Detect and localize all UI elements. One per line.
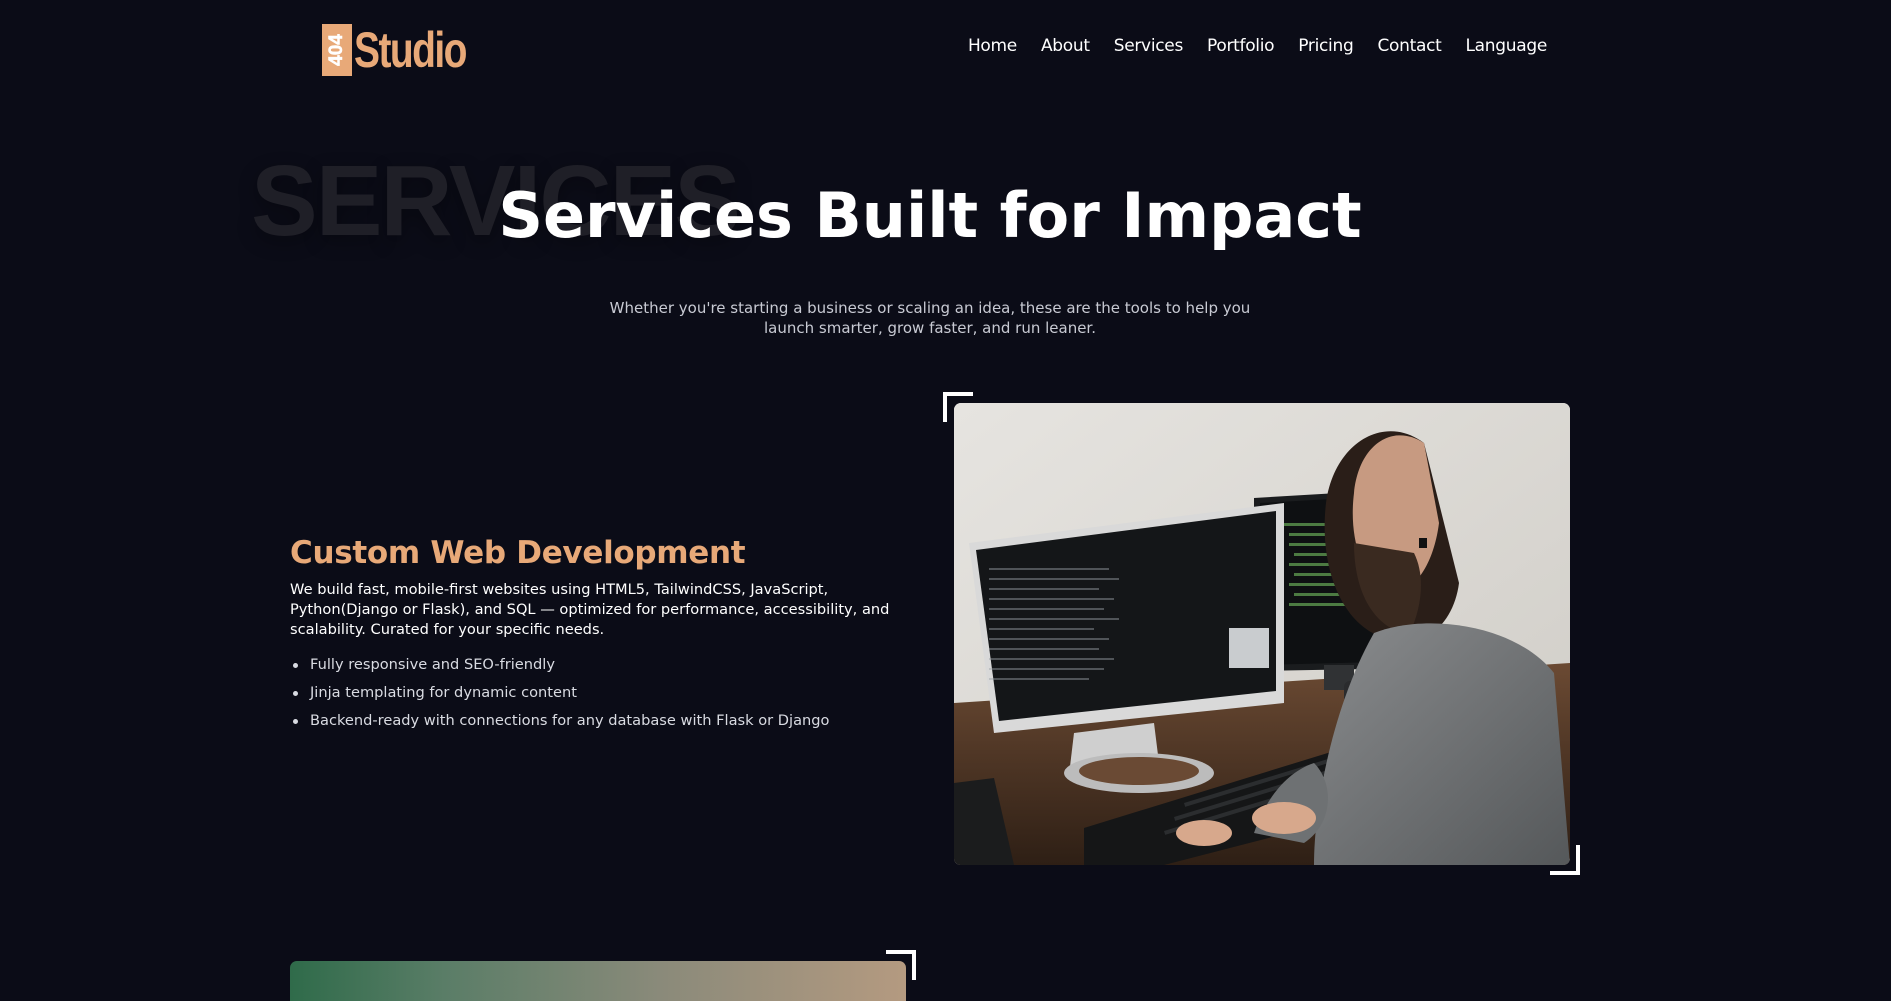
photo-corner-bottom-right <box>1550 845 1580 875</box>
service-feature-item: Fully responsive and SEO-friendly <box>292 655 829 675</box>
nav-link-about[interactable]: About <box>1041 34 1090 58</box>
main-nav: Home About Services Portfolio Pricing Co… <box>944 34 1547 58</box>
next-service-photo <box>290 961 906 1001</box>
service-feature-item: Backend-ready with connections for any d… <box>292 712 830 729</box>
site-logo[interactable]: 404 Studio <box>322 24 498 76</box>
service-photo <box>954 403 1570 865</box>
logo-mark-text: 404 <box>326 34 348 66</box>
service-description: We build fast, mobile-first websites usi… <box>290 581 890 638</box>
service-title: Custom Web Development <box>290 535 746 571</box>
page-title: Services Built for Impact <box>498 179 1362 252</box>
nav-link-language[interactable]: Language <box>1466 34 1548 58</box>
nav-link-portfolio[interactable]: Portfolio <box>1207 34 1275 58</box>
nav-link-services[interactable]: Services <box>1114 34 1184 58</box>
logo-text: Studio <box>354 22 468 78</box>
nav-link-pricing[interactable]: Pricing <box>1298 34 1354 58</box>
service-feature-list: Fully responsive and SEO-friendly Jinja … <box>290 655 829 739</box>
nav-link-home[interactable]: Home <box>968 34 1017 58</box>
nav-link-contact[interactable]: Contact <box>1377 34 1441 58</box>
developer-at-computer-image <box>954 403 1570 865</box>
logo-mark: 404 <box>322 24 352 76</box>
site-header: 404 Studio Home About Services Portfolio… <box>0 0 1891 94</box>
service-feature-item: Jinja templating for dynamic content <box>292 683 829 703</box>
page-subtitle: Whether you're starting a business or sc… <box>609 299 1251 337</box>
